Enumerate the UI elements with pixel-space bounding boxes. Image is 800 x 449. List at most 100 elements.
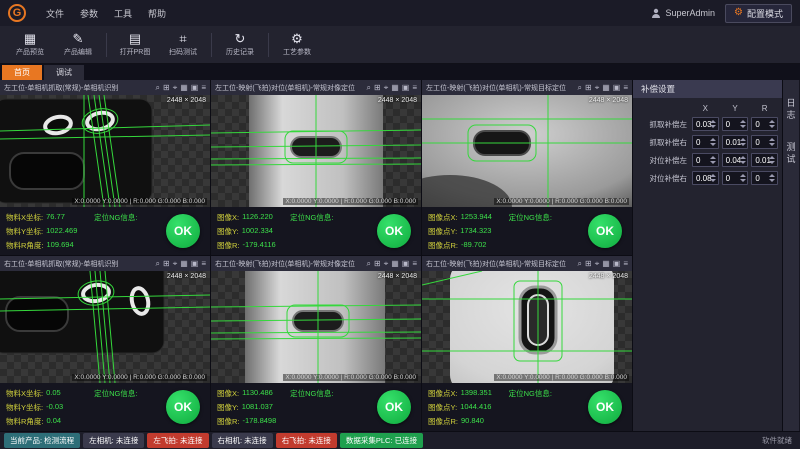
menu-tools[interactable]: 工具: [106, 5, 140, 22]
zoom-icon[interactable]: ⌕: [156, 259, 160, 269]
menu-icon[interactable]: ≡: [412, 83, 417, 93]
zoom-icon[interactable]: ⌕: [578, 83, 582, 93]
camera-viewport[interactable]: 2448 × 2048 X:0.0000 Y:0.0000 | R:0.000 …: [211, 95, 421, 207]
zoom-icon[interactable]: ⌕: [367, 259, 371, 269]
menu-icon[interactable]: ≡: [201, 259, 206, 269]
grid-icon[interactable]: ▦: [391, 83, 399, 93]
fit-icon[interactable]: ⊞: [163, 259, 170, 269]
ng-info-label: 定位NG信息:: [94, 212, 137, 223]
ok-status-button[interactable]: OK: [588, 214, 622, 248]
ok-status-button[interactable]: OK: [166, 214, 200, 248]
crosshair-icon[interactable]: ⌖: [595, 259, 600, 269]
scan-test-button[interactable]: ⌗ 扫码测试: [159, 28, 207, 62]
camera-panel-tools: ⌕ ⊞ ⌖ ▦ ▣ ≡: [578, 259, 629, 269]
spinner-arrows-icon[interactable]: [710, 137, 717, 147]
ok-status-button[interactable]: OK: [377, 214, 411, 248]
menu-file[interactable]: 文件: [38, 5, 72, 22]
spinner-arrows-icon[interactable]: [739, 119, 746, 129]
zoom-icon[interactable]: ⌕: [367, 83, 371, 93]
tab-test[interactable]: 测试: [785, 138, 798, 170]
open-pr-image-button[interactable]: ▤ 打开PR图: [111, 28, 159, 62]
spinner-arrows-icon[interactable]: [710, 119, 717, 129]
grid-icon[interactable]: ▦: [180, 259, 188, 269]
crosshair-icon[interactable]: ⌖: [595, 83, 600, 93]
zoom-icon[interactable]: ⌕: [156, 83, 160, 93]
save-icon[interactable]: ▣: [613, 259, 621, 269]
align-left-y-input[interactable]: 0.04: [722, 153, 749, 167]
image-coordinates: X:0.0000 Y:0.0000 | R:0.000 G:0.000 B:0.…: [283, 374, 418, 381]
product-edit-button[interactable]: ✎ 产品编辑: [54, 28, 102, 62]
fit-icon[interactable]: ⊞: [163, 83, 170, 93]
part-outline: [0, 99, 152, 203]
fit-icon[interactable]: ⊞: [374, 83, 381, 93]
align-right-r-input[interactable]: 0: [751, 171, 778, 185]
camera-viewport[interactable]: 2448 × 2048 X:0.0000 Y:0.0000 | R:0.000 …: [0, 95, 210, 207]
tab-home[interactable]: 首页: [2, 65, 42, 80]
grab-right-r-input[interactable]: 0: [751, 135, 778, 149]
camera-panel-header: 右工位-映射(飞拍)对位(单相机)-常规对像定位 ⌕ ⊞ ⌖ ▦ ▣ ≡: [211, 256, 421, 271]
crosshair-icon[interactable]: ⌖: [384, 259, 389, 269]
tab-log[interactable]: 日志: [785, 94, 798, 126]
save-icon[interactable]: ▣: [402, 83, 410, 93]
crosshair-icon[interactable]: ⌖: [384, 83, 389, 93]
ok-status-button[interactable]: OK: [588, 390, 622, 424]
menu-icon[interactable]: ≡: [623, 83, 628, 93]
grid-icon[interactable]: ▦: [180, 83, 188, 93]
grab-left-y-input[interactable]: 0: [722, 117, 749, 131]
camera-viewport[interactable]: 2448 × 2048 X:0.0000 Y:0.0000 | R:0.000 …: [422, 271, 632, 383]
crosshair-icon[interactable]: ⌖: [173, 83, 178, 93]
menu-icon[interactable]: ≡: [623, 259, 628, 269]
grid-icon[interactable]: ▦: [602, 83, 610, 93]
align-right-y-input[interactable]: 0: [722, 171, 749, 185]
spinner-arrows-icon[interactable]: [769, 173, 776, 183]
grid-icon[interactable]: ▦: [391, 259, 399, 269]
camera-panel-tools: ⌕ ⊞ ⌖ ▦ ▣ ≡: [578, 83, 629, 93]
measure-label: 物料R角度:: [6, 416, 44, 427]
ok-status-button[interactable]: OK: [166, 390, 200, 424]
grab-right-x-input[interactable]: 0: [692, 135, 719, 149]
image-resolution: 2448 × 2048: [589, 97, 628, 104]
spinner-arrows-icon[interactable]: [710, 155, 717, 165]
tab-debug[interactable]: 调试: [44, 65, 84, 80]
grab-left-x-input[interactable]: 0.03: [692, 117, 719, 131]
menu-icon[interactable]: ≡: [201, 83, 206, 93]
measure-label: 图像点R:: [428, 416, 458, 427]
spinner-arrows-icon[interactable]: [769, 137, 776, 147]
save-icon[interactable]: ▣: [402, 259, 410, 269]
product-preview-button[interactable]: ▦ 产品预览: [6, 28, 54, 62]
fit-icon[interactable]: ⊞: [585, 83, 592, 93]
save-icon[interactable]: ▣: [613, 83, 621, 93]
measure-label: 图像X:: [217, 212, 239, 223]
spinner-arrows-icon[interactable]: [739, 137, 746, 147]
measure-rows: 物料X坐标:76.77定位NG信息: 物料Y坐标:1022.469 物料R角度:…: [6, 212, 166, 251]
crosshair-icon[interactable]: ⌖: [173, 259, 178, 269]
spinner-arrows-icon[interactable]: [769, 119, 776, 129]
align-left-r-input[interactable]: 0.01: [751, 153, 778, 167]
spinner-arrows-icon[interactable]: [739, 155, 746, 165]
grab-right-y-input[interactable]: 0.01: [722, 135, 749, 149]
process-params-button[interactable]: ⚙ 工艺参数: [273, 28, 321, 62]
fit-icon[interactable]: ⊞: [585, 259, 592, 269]
menu-help[interactable]: 帮助: [140, 5, 174, 22]
align-right-x-input[interactable]: 0.08: [692, 171, 719, 185]
history-button[interactable]: ↻ 历史记录: [216, 28, 264, 62]
camera-panel-title: 左工位-映射(飞拍)对位(单相机)-常规目标定位: [426, 83, 574, 93]
menu-icon[interactable]: ≡: [412, 259, 417, 269]
camera-viewport[interactable]: 2448 × 2048 X:0.0000 Y:0.0000 | R:0.000 …: [0, 271, 210, 383]
grid-icon[interactable]: ▦: [602, 259, 610, 269]
config-mode-button[interactable]: ⚙ 配置模式: [725, 4, 792, 23]
camera-viewport[interactable]: 2448 × 2048 X:0.0000 Y:0.0000 | R:0.000 …: [422, 95, 632, 207]
grab-left-r-input[interactable]: 0: [751, 117, 778, 131]
spinner-arrows-icon[interactable]: [710, 173, 717, 183]
menu-parameters[interactable]: 参数: [72, 5, 106, 22]
ok-status-button[interactable]: OK: [377, 390, 411, 424]
spinner-arrows-icon[interactable]: [769, 155, 776, 165]
measure-value: -178.8498: [243, 416, 285, 427]
camera-viewport[interactable]: 2448 × 2048 X:0.0000 Y:0.0000 | R:0.000 …: [211, 271, 421, 383]
align-left-x-input[interactable]: 0: [692, 153, 719, 167]
zoom-icon[interactable]: ⌕: [578, 259, 582, 269]
fit-icon[interactable]: ⊞: [374, 259, 381, 269]
save-icon[interactable]: ▣: [191, 259, 199, 269]
spinner-arrows-icon[interactable]: [739, 173, 746, 183]
save-icon[interactable]: ▣: [191, 83, 199, 93]
